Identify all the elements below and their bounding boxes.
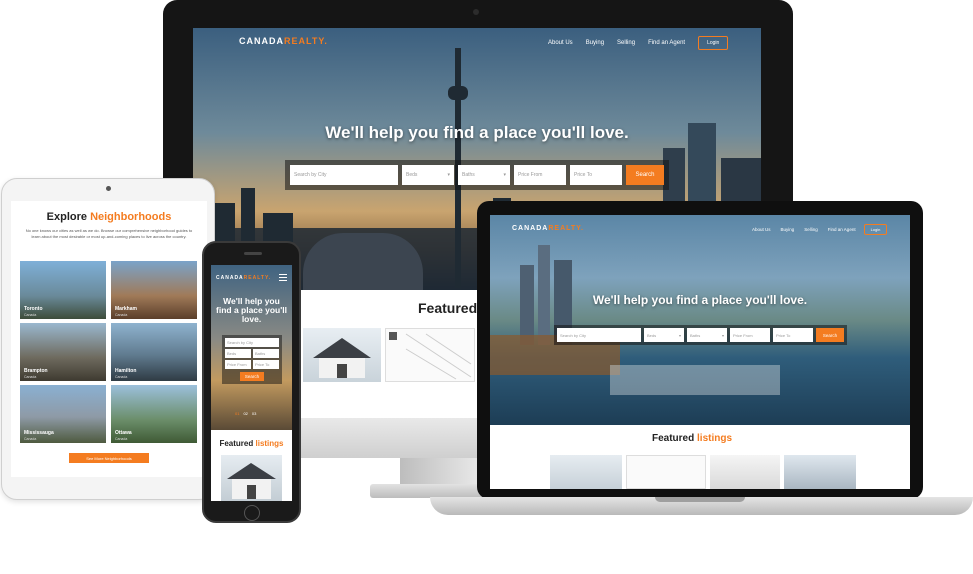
neighborhoods-intro: No one knows our cities as well as we do… [25,228,193,239]
price-to-input[interactable]: Price To [570,165,622,185]
nav-about-link[interactable]: About Us [548,40,573,46]
nav-about-link[interactable]: About Us [752,227,771,232]
listing-card[interactable] [550,455,622,489]
city-search-input[interactable]: Search by City [225,338,279,347]
phone: CANADAREALTY. We'll help you find a plac… [202,241,301,523]
price-to-input[interactable]: Price To [253,360,279,369]
city-search-input[interactable]: Search by City [290,165,398,185]
laptop-search-bar: Search by City Beds ▾ Baths ▾ Price From P… [554,325,847,345]
tile-country: Canada [24,313,37,317]
tablet-camera-icon [106,186,111,191]
price-from-input[interactable]: Price From [225,360,251,369]
tile-name: Markham [115,306,137,312]
floorplan-image [389,332,472,380]
tile-country: Canada [24,375,37,379]
phone-hero-title: We'll help you find a place you'll love. [216,296,287,324]
neighborhoods-heading: Explore Neighborhoods [46,211,172,223]
listing-card[interactable] [221,455,282,501]
tile-country: Canada [115,437,128,441]
pager-dot-1[interactable]: 01 [235,411,239,416]
beds-select[interactable]: Beds ▾ [402,165,454,185]
listing-card[interactable] [710,455,780,489]
laptop-notch [655,497,745,502]
desktop-search-bar: Search by City Beds ▾ Baths ▾ Price From P… [285,160,669,190]
tile-country: Canada [115,313,128,317]
listing-card[interactable] [385,328,475,382]
phone-speaker [244,252,262,255]
beds-select[interactable]: Beds [225,349,251,358]
city-search-input[interactable]: Search by City [557,328,641,342]
tablet: Explore Neighborhoods No one knows our c… [1,178,215,500]
chevron-down-icon: ▾ [503,172,506,178]
brand-logo[interactable]: CANADAREALTY. [239,36,328,46]
neighborhood-tile-ottawa[interactable]: Ottawa Canada [111,385,197,443]
laptop-hero: CANADAREALTY. About Us Buying Selling Fi… [490,215,910,425]
tile-name: Hamilton [115,368,137,374]
chevron-down-icon: ▾ [678,332,681,338]
listing-card[interactable] [626,455,706,489]
search-button[interactable]: Search [240,372,264,381]
desktop-nav: About Us Buying Selling Find an Agent Lo… [548,36,729,50]
price-from-input[interactable]: Price From [730,328,770,342]
phone-hero: CANADAREALTY. We'll help you find a plac… [211,265,292,430]
tile-name: Toronto [24,306,43,312]
nav-agent-link[interactable]: Find an Agent [828,227,856,232]
tablet-screen: Explore Neighborhoods No one knows our c… [11,201,207,477]
nav-buying-link[interactable]: Buying [781,227,795,232]
login-button[interactable]: Login [698,36,729,50]
search-button[interactable]: Search [626,165,664,185]
hero-title: We'll help you find a place you'll love. [325,123,629,142]
tile-country: Canada [115,375,128,379]
device-mockup-stage: CANADAREALTY. About Us Buying Selling Fi… [0,0,973,574]
pager-dot-2[interactable]: 02 [243,411,247,416]
listing-card[interactable] [784,455,856,489]
neighborhood-tile-hamilton[interactable]: Hamilton Canada [111,323,197,381]
baths-select[interactable]: Baths [253,349,279,358]
neighborhood-tile-brampton[interactable]: Brampton Canada [20,323,106,381]
tile-name: Mississauga [24,430,54,436]
tile-name: Ottawa [115,430,132,436]
neighborhood-tile-toronto[interactable]: Toronto Canada [20,261,106,319]
search-button[interactable]: Search [816,328,844,342]
beds-select[interactable]: Beds ▾ [644,328,684,342]
phone-search-form: Search by City Beds Baths Price From Pri… [222,335,282,384]
home-button[interactable] [244,505,260,521]
brand-logo[interactable]: CANADAREALTY. [216,275,271,281]
listing-card[interactable] [303,328,381,382]
nav-buying-link[interactable]: Buying [586,40,604,46]
laptop-screen: CANADAREALTY. About Us Buying Selling Fi… [490,215,910,489]
webcam-icon [473,9,479,15]
phone-featured-heading: Featured listings [219,439,284,448]
pager-dot-3[interactable]: 03 [252,411,256,416]
nav-agent-link[interactable]: Find an Agent [648,40,685,46]
laptop: CANADAREALTY. About Us Buying Selling Fi… [477,201,923,499]
featured-heading: Featured listings [652,433,733,444]
login-button[interactable]: Login [863,224,888,235]
neighborhood-tile-markham[interactable]: Markham Canada [111,261,197,319]
tile-name: Brampton [24,368,48,374]
brand-logo[interactable]: CANADAREALTY. [512,225,584,232]
house-image [227,463,276,499]
phone-screen: CANADAREALTY. We'll help you find a plac… [211,265,292,501]
see-more-neighborhoods-button[interactable]: See More Neighborhoods [69,453,149,463]
price-to-input[interactable]: Price To [773,328,813,342]
hero-title: We'll help you find a place you'll love. [592,293,808,307]
baths-select[interactable]: Baths ▾ [458,165,510,185]
nav-selling-link[interactable]: Selling [617,40,635,46]
house-image [313,338,371,378]
baths-select[interactable]: Baths ▾ [687,328,727,342]
cn-tower-pod [448,86,468,100]
price-from-input[interactable]: Price From [514,165,566,185]
neighborhood-tile-mississauga[interactable]: Mississauga Canada [20,385,106,443]
nav-selling-link[interactable]: Selling [804,227,818,232]
hero-pager: 01 02 03 [235,411,256,416]
hamburger-menu-icon[interactable] [279,274,287,281]
chevron-down-icon: ▾ [447,172,450,178]
chevron-down-icon: ▾ [721,332,724,338]
stadium-dome [303,233,423,290]
tile-country: Canada [24,437,37,441]
marina [610,365,780,395]
laptop-nav: About Us Buying Selling Find an Agent Lo… [752,224,888,235]
